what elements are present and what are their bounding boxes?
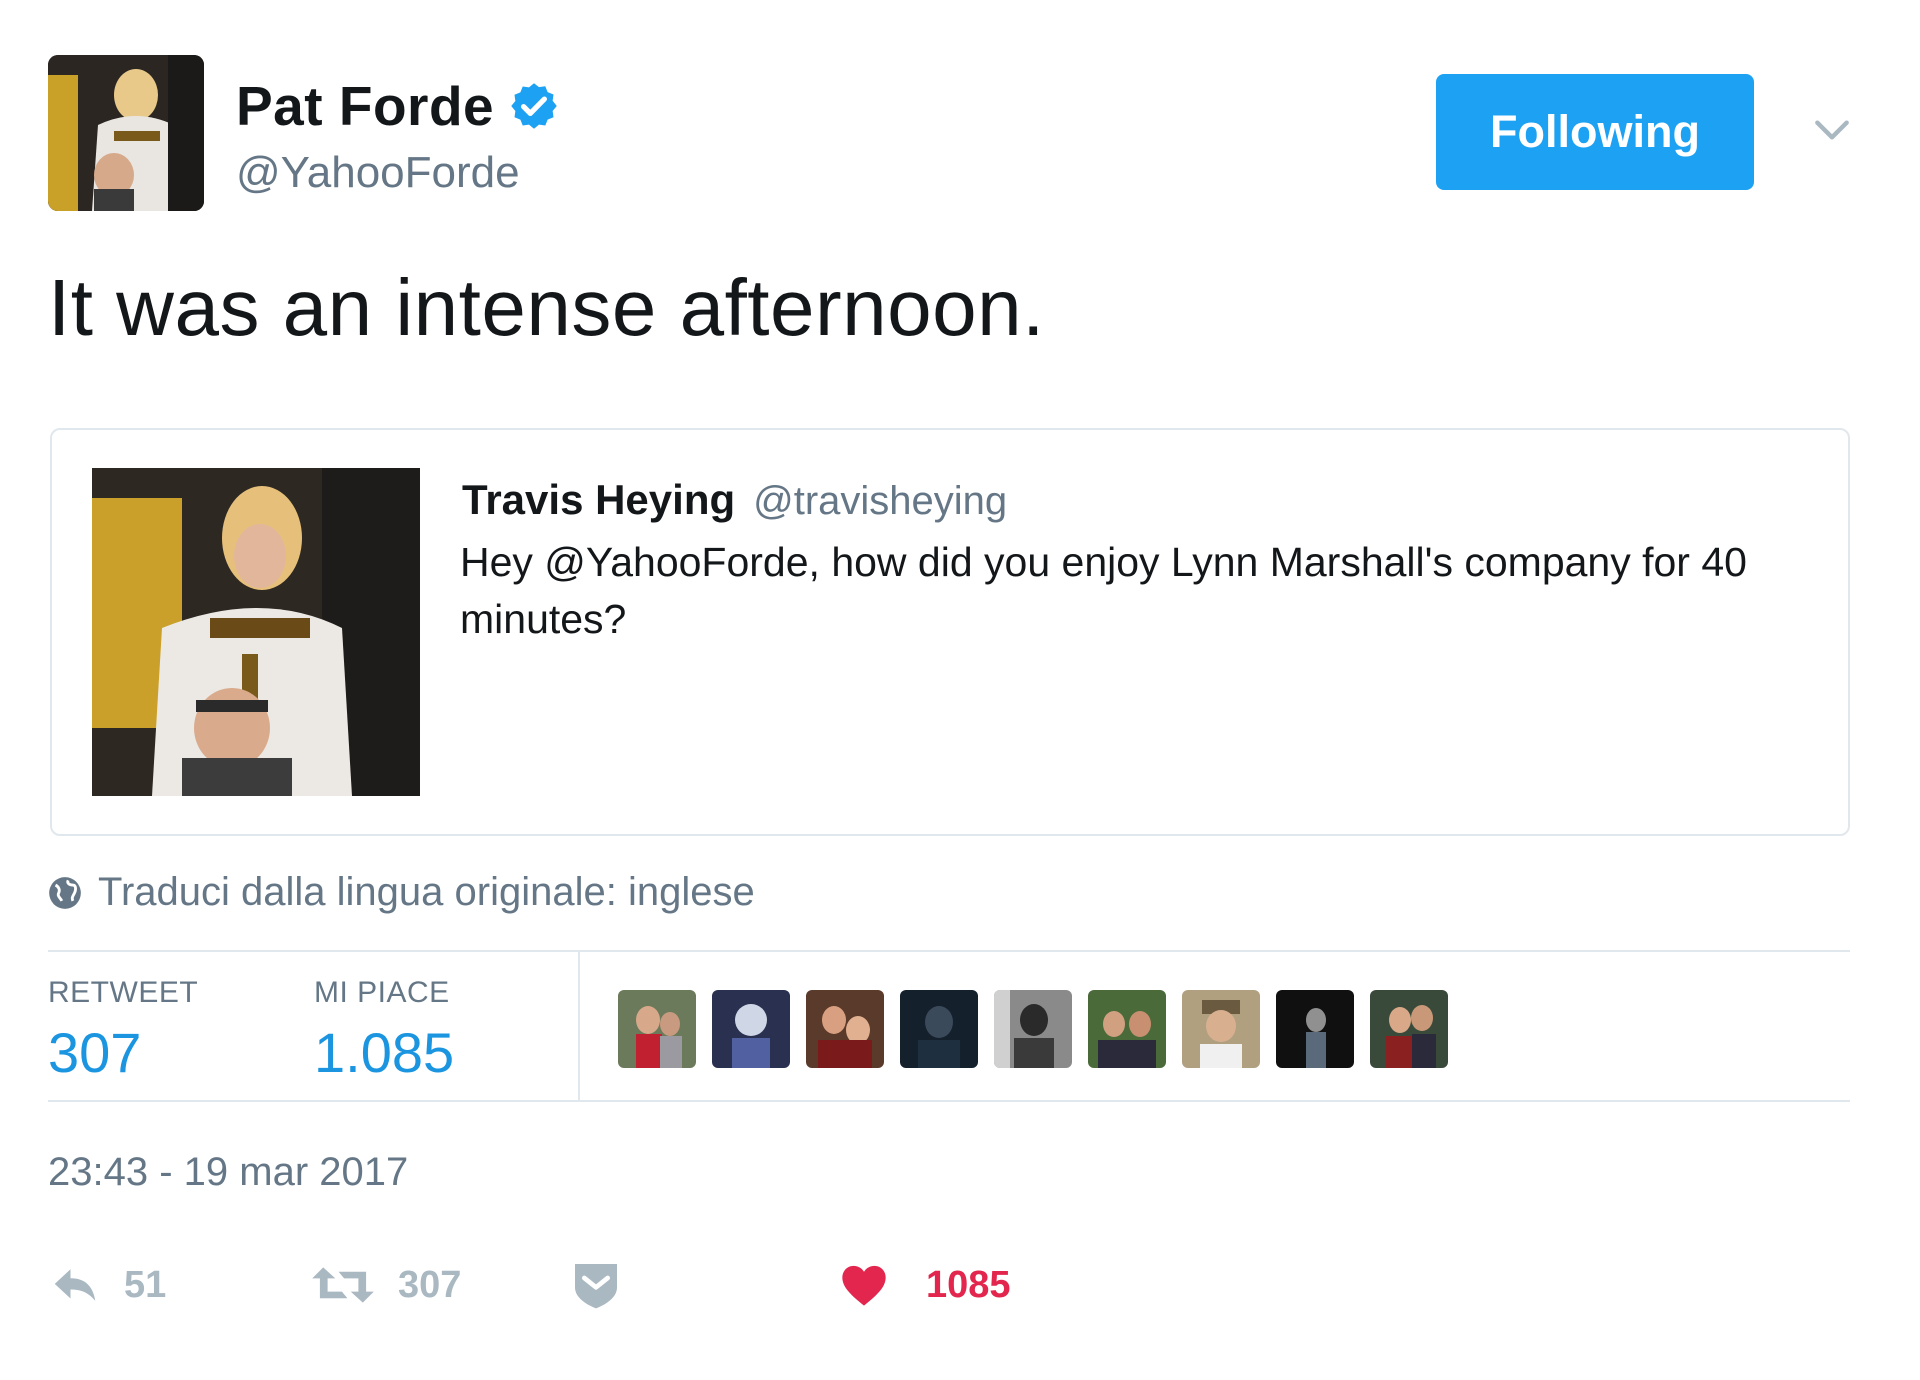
photo-thumbnail-icon [92, 468, 420, 796]
liker-avatar[interactable] [806, 990, 884, 1068]
like-count: 1085 [926, 1263, 1011, 1306]
heart-icon [838, 1259, 890, 1311]
quoted-author-handle[interactable]: @travisheying [753, 479, 1007, 524]
author-handle[interactable]: @YahooForde [236, 148, 520, 198]
quoted-tweet[interactable]: Travis Heying @travisheying Hey @YahooFo… [50, 428, 1850, 836]
retweet-count: 307 [398, 1263, 462, 1306]
direct-message-icon [568, 1257, 624, 1313]
person-photo-icon [48, 55, 204, 211]
retweet-stat-value: 307 [48, 1021, 142, 1084]
translate-label[interactable]: Traduci dalla lingua originale: inglese [98, 870, 755, 915]
retweet-button[interactable]: 307 [310, 1250, 461, 1320]
quoted-tweet-text: Hey @YahooForde, how did you enjoy Lynn … [460, 539, 1747, 642]
likes-stat-value: 1.085 [314, 1021, 455, 1084]
reply-button[interactable]: 51 [48, 1250, 166, 1320]
author-name-row: Pat Forde [236, 74, 560, 138]
quoted-tweet-image[interactable] [92, 468, 420, 796]
following-button[interactable]: Following [1436, 74, 1754, 190]
translate-link[interactable]: Traduci dalla lingua originale: inglese [46, 870, 755, 915]
stats-divider [578, 952, 580, 1100]
retweet-stat-label: RETWEET [48, 976, 199, 1009]
liker-avatar[interactable] [1182, 990, 1260, 1068]
direct-message-button[interactable] [568, 1250, 624, 1320]
liker-avatar[interactable] [618, 990, 696, 1068]
like-button[interactable]: 1085 [838, 1250, 1011, 1320]
retweet-stat[interactable]: RETWEET 307 [48, 976, 198, 1085]
retweet-icon [310, 1258, 376, 1312]
tweet-card: Pat Forde @YahooForde Following It was a… [0, 0, 1920, 1380]
author-name[interactable]: Pat Forde [236, 74, 494, 138]
liker-avatar[interactable] [712, 990, 790, 1068]
reply-count: 51 [124, 1263, 167, 1306]
liker-avatar[interactable] [1276, 990, 1354, 1068]
liker-avatar[interactable] [900, 990, 978, 1068]
quoted-tweet-header: Travis Heying @travisheying [462, 476, 1007, 524]
tweet-stats: RETWEET 307 MI PIACE 1.085 [48, 950, 1850, 1102]
liker-avatar[interactable] [1088, 990, 1166, 1068]
reply-icon [48, 1258, 102, 1312]
likes-stat-label: MI PIACE [314, 976, 450, 1009]
verified-badge-icon [508, 80, 560, 132]
likers-avatars [618, 990, 1448, 1068]
tweet-timestamp[interactable]: 23:43 - 19 mar 2017 [48, 1150, 408, 1195]
liker-avatar[interactable] [1370, 990, 1448, 1068]
likes-stat[interactable]: MI PIACE 1.085 [314, 976, 454, 1085]
tweet-actions: 51 307 1085 [48, 1250, 1248, 1320]
quoted-author-name[interactable]: Travis Heying [462, 476, 735, 524]
liker-avatar[interactable] [994, 990, 1072, 1068]
globe-icon [46, 874, 84, 912]
author-avatar[interactable] [48, 55, 204, 211]
chevron-down-icon[interactable] [1810, 108, 1854, 152]
tweet-text: It was an intense afternoon. [48, 263, 1045, 352]
